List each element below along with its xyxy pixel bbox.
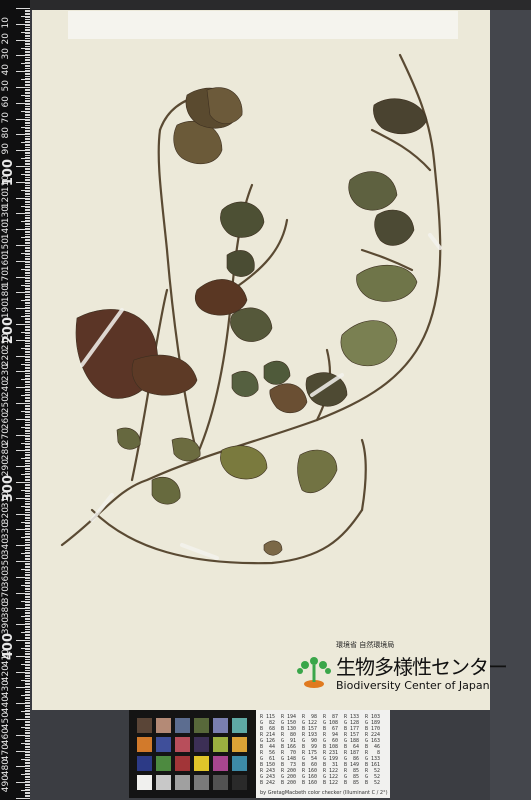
ruler-label: 70: [1, 111, 11, 124]
ruler-label: 450: [1, 712, 11, 730]
ruler-label: 490: [1, 775, 11, 793]
ruler-label: 410: [1, 648, 11, 666]
color-swatch: [213, 737, 228, 752]
ruler-label: 330: [1, 522, 11, 540]
leaf: [263, 360, 291, 385]
color-swatch: [137, 775, 152, 790]
color-swatch: [232, 737, 247, 752]
ruler-label: 60: [1, 95, 11, 108]
ruler-label: 230: [1, 364, 11, 382]
leaf: [269, 383, 308, 414]
ruler-label: 130: [1, 206, 11, 224]
ruler-label: 140: [1, 222, 11, 240]
ruler-label: 290: [1, 459, 11, 477]
color-swatch: [137, 718, 152, 733]
leaf: [297, 449, 338, 494]
color-swatch: [156, 756, 171, 771]
color-swatch: [213, 756, 228, 771]
biodiversity-center-logo: 環境省 自然環境局 生物多様性センター Biodiversity Center …: [294, 639, 508, 699]
leaf: [151, 476, 181, 505]
leaf: [131, 354, 198, 396]
ruler-label: 40: [1, 64, 11, 76]
color-swatch: [156, 718, 171, 733]
leaf: [348, 171, 398, 211]
leaf: [373, 98, 428, 135]
ruler-label: 460: [1, 727, 11, 745]
leaf: [226, 250, 255, 277]
leaf: [356, 264, 418, 302]
color-card-footer: by GretagMacbeth color checker (Illumina…: [260, 790, 388, 796]
color-swatch: [137, 756, 152, 771]
color-value-card: by GretagMacbeth color checker (Illumina…: [256, 710, 390, 798]
ruler-label: 80: [1, 127, 11, 139]
leaf: [231, 370, 259, 397]
ruler-label: 440: [1, 696, 11, 714]
leaf: [116, 427, 141, 450]
ruler-label: 260: [1, 411, 11, 429]
ministry-label: 環境省 自然環境局: [336, 641, 395, 649]
color-swatch: [194, 775, 209, 790]
leaves: [75, 87, 428, 556]
color-swatch: [232, 718, 247, 733]
color-swatch: [232, 775, 247, 790]
ruler-label: 30: [1, 48, 11, 60]
ruler-label: 280: [1, 443, 11, 461]
color-swatch: [175, 775, 190, 790]
top-strip: [30, 0, 531, 10]
leaf: [230, 307, 273, 342]
color-swatch: [156, 775, 171, 790]
ruler-label: 210: [1, 332, 11, 350]
ruler-label: 20: [1, 32, 11, 45]
leaf: [171, 437, 201, 462]
color-swatch: [156, 737, 171, 752]
center-name-en: Biodiversity Center of Japan: [336, 679, 490, 692]
color-swatch: [137, 737, 152, 752]
color-swatch: [232, 756, 247, 771]
leaf: [340, 320, 398, 367]
leaf: [263, 540, 283, 556]
ruler-label: 10: [1, 16, 11, 29]
leaf: [374, 209, 415, 246]
ruler-label: 110: [1, 174, 11, 192]
color-swatch: [213, 775, 228, 790]
color-swatch: [194, 756, 209, 771]
ruler-label: 350: [1, 554, 11, 572]
color-swatch: [175, 737, 190, 752]
ruler-label: 240: [1, 380, 11, 398]
ruler-label: 160: [1, 253, 11, 271]
ruler-label: 380: [1, 601, 11, 619]
ruler-label: 90: [1, 143, 11, 155]
ruler-label: 430: [1, 680, 11, 698]
color-checker-chart: [129, 710, 256, 798]
color-swatch: [194, 718, 209, 733]
ruler-label: 50: [1, 80, 11, 92]
ruler-label: 340: [1, 538, 11, 556]
leaf: [220, 445, 268, 480]
ruler-label: 250: [1, 396, 11, 414]
color-swatch: [194, 737, 209, 752]
ruler-label: 480: [1, 759, 11, 777]
color-swatch: [213, 718, 228, 733]
color-swatch: [175, 718, 190, 733]
ruler-label: 390: [1, 617, 11, 635]
ruler-label: 190: [1, 301, 11, 319]
ruler-label: 180: [1, 285, 11, 303]
right-background: [490, 10, 531, 800]
ruler-label: 360: [1, 569, 11, 587]
ruler: 10 20 30 40 50 60 70 80 90 100 110 120 130 140 150 160 1…: [0, 0, 30, 800]
center-name-jp: 生物多様性センター: [336, 655, 508, 679]
leaf: [220, 201, 265, 238]
color-swatch: [175, 756, 190, 771]
color-value-column: R 103 G 189 B 170 R 224 G 163 B 46 R 8 G…: [365, 714, 381, 786]
logo-tree-icon: [297, 657, 331, 688]
ruler-label: 150: [1, 238, 11, 256]
plant-specimen: [60, 53, 442, 565]
ruler-label: 310: [1, 490, 11, 508]
